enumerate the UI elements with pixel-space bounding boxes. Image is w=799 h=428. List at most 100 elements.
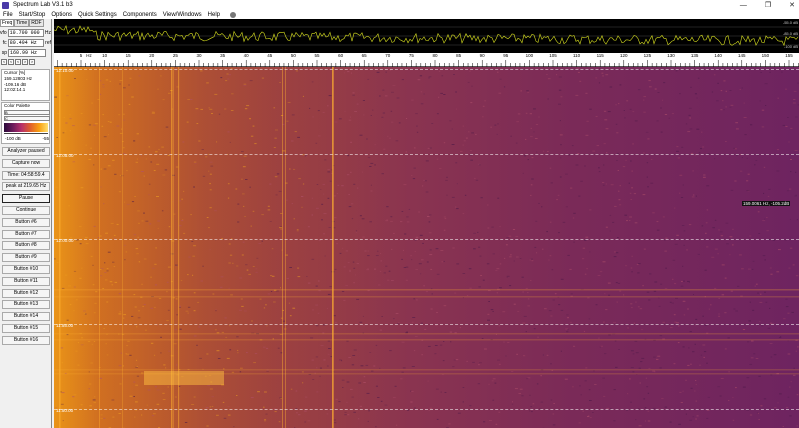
spin-right-fast-button[interactable]: > [29, 59, 35, 65]
waterfall-speckle [584, 165, 586, 167]
waterfall-speckle [246, 269, 249, 271]
brightness-slider[interactable]: B [4, 110, 50, 115]
tab-rdf[interactable]: RDF [29, 19, 44, 27]
span-field[interactable]: 160.99 Hz [8, 48, 46, 57]
close-button[interactable]: ✕ [789, 1, 795, 9]
waterfall-speckle [114, 281, 118, 283]
button-10[interactable]: Button #9 [2, 253, 50, 263]
waterfall-speckle [643, 99, 645, 101]
waterfall-speckle [589, 108, 592, 110]
button-7[interactable]: Button #6 [2, 217, 50, 227]
waterfall-speckle [90, 362, 93, 364]
pause-button[interactable]: Pause [2, 194, 50, 204]
waterfall-speckle [717, 386, 721, 388]
waterfall-speckle [298, 178, 301, 180]
waterfall-speckle [146, 404, 148, 406]
waterfall-speckle [764, 83, 768, 85]
waterfall-speckle [93, 402, 97, 404]
waterfall-speckle [608, 294, 611, 296]
waterfall-speckle [589, 209, 592, 211]
waterfall-speckle [730, 104, 734, 106]
waterfall-speckle [459, 327, 461, 329]
button-17[interactable]: Button #16 [2, 335, 50, 345]
waterfall-speckle [659, 335, 663, 337]
button-8[interactable]: Button #7 [2, 229, 50, 239]
button-13[interactable]: Button #12 [2, 288, 50, 298]
waterfall-speckle [273, 301, 276, 303]
button-11[interactable]: Button #10 [2, 265, 50, 274]
time-display-button[interactable]: Time: 04:58:59.4 [2, 170, 50, 180]
waterfall-speckle [80, 404, 83, 406]
waterfall-speckle [92, 284, 95, 286]
waterfall-speckle [471, 132, 474, 134]
button-14[interactable]: Button #13 [2, 300, 50, 310]
spin-left-button[interactable]: < [8, 59, 14, 65]
center-frequency-field[interactable]: 80.494 Hz [7, 38, 45, 47]
waterfall-speckle [228, 243, 231, 245]
waterfall-speckle [441, 75, 444, 77]
waterfall-speckle [227, 131, 230, 133]
peak-display-button[interactable]: peak at 219.65 Hz [2, 182, 50, 192]
capture-now-button[interactable]: Capture now [2, 158, 50, 168]
waterfall-speckle [136, 326, 138, 328]
waterfall-speckle [438, 70, 441, 72]
continue-button[interactable]: Continue [2, 206, 50, 215]
waterfall-speckle [527, 305, 530, 307]
menu-components[interactable]: Components [123, 12, 157, 18]
waterfall-speckle [133, 140, 136, 142]
contrast-slider[interactable]: C [4, 116, 50, 121]
menu-help[interactable]: Help [208, 12, 220, 18]
waterfall-speckle [739, 170, 743, 172]
waterfall-speckle [351, 396, 354, 398]
menu-view-windows[interactable]: View/Windows [163, 12, 202, 18]
waterfall-speckle [166, 320, 169, 321]
waterfall-speckle [305, 396, 308, 398]
waterfall-speckle [241, 305, 244, 307]
waterfall-speckle [406, 221, 410, 223]
gear-icon[interactable] [230, 11, 237, 18]
waterfall-speckle [246, 105, 250, 107]
waterfall-speckle [645, 377, 648, 379]
vfo-field[interactable]: 10.700 000 [7, 28, 44, 37]
waterfall-speckle [505, 355, 507, 357]
waterfall-speckle [770, 273, 773, 275]
waterfall-speckle [647, 410, 650, 412]
minimize-button[interactable]: — [740, 2, 747, 9]
analyzer-paused-button[interactable]: Analyzer paused [2, 147, 50, 156]
waterfall-speckle [278, 421, 281, 423]
waterfall-speckle [122, 119, 126, 121]
waterfall-speckle [588, 318, 591, 320]
waterfall-display[interactable]: 12:10:00 12:05:00 12:00:00 11:55:00 11:50:00… [54, 67, 799, 428]
button-16[interactable]: Button #15 [2, 324, 50, 333]
palette-scale [4, 133, 48, 135]
button-9[interactable]: Button #8 [2, 241, 50, 251]
waterfall-speckle [404, 233, 407, 235]
menu-file[interactable]: File [3, 12, 13, 18]
waterfall-speckle [638, 425, 642, 427]
menu-options[interactable]: Options [51, 12, 72, 18]
waterfall-speckle [578, 422, 581, 424]
waterfall-speckle [703, 174, 706, 176]
button-12[interactable]: Button #11 [2, 276, 50, 286]
spin-right-button[interactable]: > [22, 59, 28, 65]
waterfall-speckle [81, 267, 83, 269]
button-15[interactable]: Button #14 [2, 312, 50, 322]
maximize-button[interactable]: ❐ [765, 1, 771, 9]
waterfall-speckle [209, 249, 211, 251]
spectrum-graph[interactable]: -55.0 dB -85.0 dB -100 dB [54, 19, 799, 53]
waterfall-speckle [191, 404, 195, 405]
waterfall-speckle [368, 410, 370, 412]
waterfall-speckle [658, 297, 660, 299]
waterfall-speckle [88, 388, 90, 390]
spin-left-fast-button[interactable]: < [1, 59, 7, 65]
tab-freq[interactable]: Freq [0, 19, 15, 27]
waterfall-speckle [769, 307, 771, 309]
waterfall-speckle [714, 248, 718, 250]
menu-quick-settings[interactable]: Quick Settings [78, 12, 117, 18]
waterfall-speckle [532, 403, 535, 405]
tab-time[interactable]: Time [14, 19, 30, 27]
frequency-scale[interactable]: 5 10 15 20 25 30 35 40 45 50 55 60 65 70 75 80 85 90 95 100… [54, 53, 799, 67]
spin-left-small-button[interactable]: < [15, 59, 21, 65]
menu-start-stop[interactable]: Start/Stop [19, 12, 46, 18]
waterfall-speckle [200, 280, 203, 282]
